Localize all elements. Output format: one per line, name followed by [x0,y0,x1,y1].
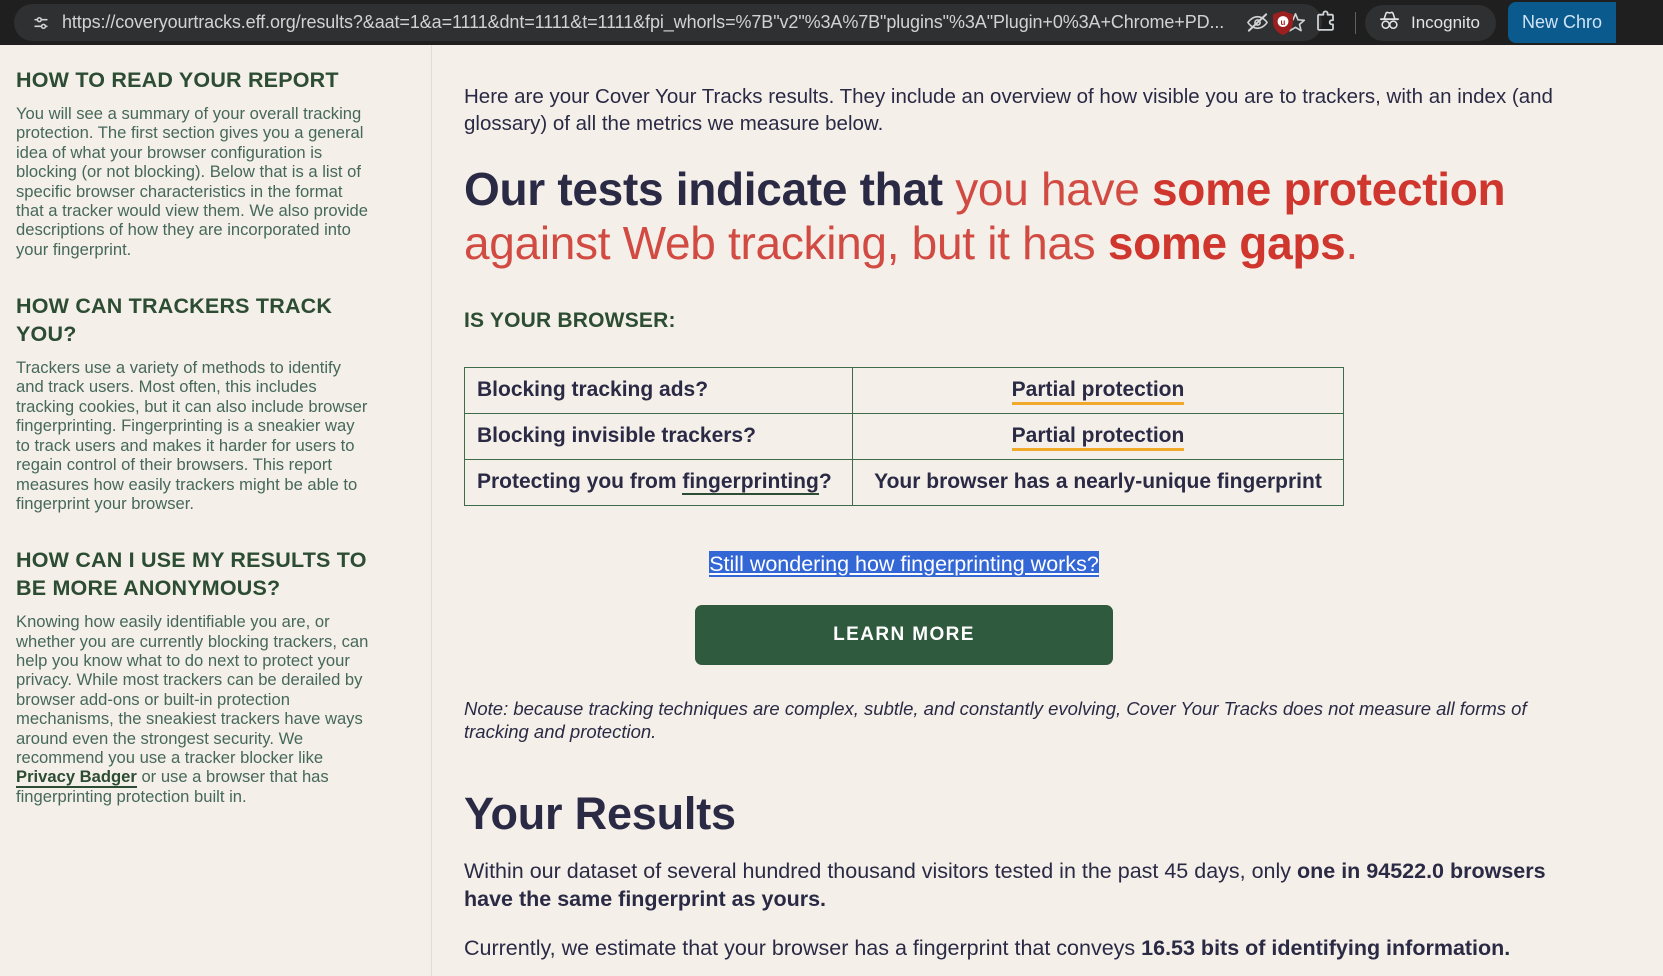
verdict-part-4: against Web tracking, but it has [464,216,1108,269]
address-bar[interactable]: https://coveryourtracks.eff.org/results?… [14,4,1322,41]
verdict-part-1: Our tests indicate that [464,163,956,216]
fingerprinting-glossary-link[interactable]: fingerprinting [682,470,819,496]
sidebar: HOW TO READ YOUR REPORT You will see a s… [0,45,432,976]
question-text-before-link: Protecting you from [477,470,683,494]
is-your-browser-label: IS YOUR BROWSER: [464,308,676,332]
verdict-part-3: some protection [1152,163,1506,216]
url-text[interactable]: https://coveryourtracks.eff.org/results?… [62,4,1238,41]
puzzle-piece-icon[interactable] [1304,0,1346,45]
table-row: Protecting you from fingerprinting? Your… [464,458,1344,506]
verdict-part-6: . [1345,216,1358,269]
svg-text:u: u [1281,18,1286,27]
still-wondering-link[interactable]: Still wondering how fingerprinting works… [709,550,1099,577]
disclaimer-note: Note: because tracking techniques are co… [464,697,1527,743]
table-cell-answer-fingerprinting: Your browser has a nearly-unique fingerp… [852,458,1344,506]
table-cell-question-invisible-trackers: Blocking invisible trackers? [464,412,853,460]
page-content: HOW TO READ YOUR REPORT You will see a s… [0,45,1663,976]
result-entropy-paragraph: Currently, we estimate that your browser… [464,935,1563,963]
table-cell-question-blocking-ads: Blocking tracking ads? [464,366,853,414]
learn-more-button[interactable]: LEARN MORE [695,604,1113,665]
privacy-badger-link[interactable]: Privacy Badger [16,767,137,789]
browser-chrome: https://coveryourtracks.eff.org/results?… [0,0,1663,45]
sidebar-section-how-trackers-track: HOW CAN TRACKERS TRACK YOU? Trackers use… [16,293,371,513]
question-text-after-link: ? [818,470,832,494]
table-cell-question-fingerprinting: Protecting you from fingerprinting? [464,458,853,506]
toolbar-divider [1355,11,1356,34]
verdict-part-2: you have [955,163,1153,216]
sidebar-section-more-anonymous: HOW CAN I USE MY RESULTS TO BE MORE ANON… [16,547,371,806]
table-row: Blocking tracking ads? Partial protectio… [464,366,1344,414]
tune-icon[interactable] [28,10,54,36]
verdict-part-5: some gaps [1107,216,1346,269]
sidebar-body-text-before: Knowing how easily identifiable you are,… [16,612,369,768]
sidebar-heading-how-to-read: HOW TO READ YOUR REPORT [16,68,339,92]
browser-protection-table: Blocking tracking ads? Partial protectio… [464,366,1344,506]
main-content: Here are your Cover Your Tracks results.… [432,45,1663,976]
result-1-before: Within our dataset of several hundred th… [464,859,1298,884]
sidebar-body-how-to-read: You will see a summary of your overall t… [16,103,369,259]
result-2-before: Currently, we estimate that your browser… [464,936,1142,961]
sidebar-heading-more-anonymous: HOW CAN I USE MY RESULTS TO BE MORE ANON… [16,548,367,601]
sidebar-heading-how-trackers-track: HOW CAN TRACKERS TRACK YOU? [16,294,333,347]
incognito-label: Incognito [1411,12,1480,32]
table-cell-answer-blocking-ads: Partial protection [852,366,1344,414]
wonder-link-container: Still wondering how fingerprinting works… [464,550,1344,577]
table-row: Blocking invisible trackers? Partial pro… [464,412,1344,460]
verdict-headline: Our tests indicate that you have some pr… [464,163,1563,271]
chrome-toolbar-right: u Incognito New Chro [1262,0,1617,45]
ublock-origin-icon[interactable]: u [1262,0,1304,45]
sidebar-body-more-anonymous: Knowing how easily identifiable you are,… [16,612,371,806]
new-chrome-label: New Chro [1522,12,1603,32]
incognito-indicator[interactable]: Incognito [1365,4,1496,41]
status-badge-invisible-trackers: Partial protection [1011,424,1185,452]
status-badge-blocking-ads: Partial protection [1011,378,1185,406]
result-uniqueness-paragraph: Within our dataset of several hundred th… [464,858,1563,913]
learn-more-container: LEARN MORE [464,604,1344,665]
incognito-spy-icon [1377,10,1402,36]
intro-paragraph: Here are your Cover Your Tracks results.… [464,85,1553,136]
your-results-heading: Your Results [464,788,736,840]
table-cell-answer-invisible-trackers: Partial protection [852,412,1344,460]
sidebar-section-how-to-read: HOW TO READ YOUR REPORT You will see a s… [16,67,371,259]
sidebar-body-how-trackers-track: Trackers use a variety of methods to ide… [16,358,368,513]
result-2-bold: 16.53 bits of identifying information. [1141,936,1511,961]
new-chrome-button[interactable]: New Chro [1508,2,1617,43]
